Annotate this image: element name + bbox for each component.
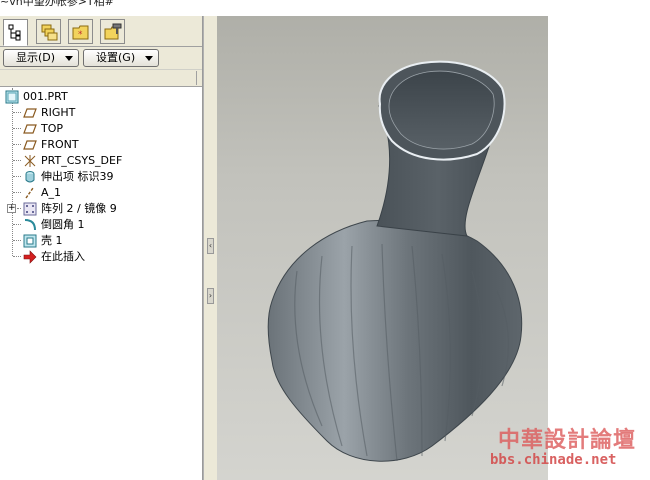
connections-icon — [104, 23, 122, 40]
tree-item-label: 伸出项 标识39 — [41, 170, 114, 183]
collapse-left-button[interactable]: ‹ — [207, 238, 214, 254]
tree-root-label: 001.PRT — [23, 90, 68, 103]
chevron-down-icon — [145, 56, 153, 61]
graphics-viewport[interactable] — [217, 16, 548, 480]
watermark-url: bbs.chinade.net — [490, 452, 617, 468]
tree-connector — [13, 256, 21, 257]
folder-browser-icon — [41, 24, 58, 41]
window-title: ~vn中望办帐参>T相# — [0, 0, 114, 8]
tree-connector — [13, 160, 21, 161]
show-dropdown[interactable]: 显示(D) — [3, 49, 79, 67]
tree-column-header[interactable] — [0, 69, 202, 87]
tree-connector — [17, 208, 21, 209]
tree-item-label: FRONT — [41, 138, 79, 151]
show-dropdown-label: 显示(D) — [16, 51, 56, 64]
chevron-down-icon — [65, 56, 73, 61]
part-icon — [5, 90, 19, 104]
tree-connector — [13, 240, 21, 241]
protrusion-icon — [25, 171, 35, 183]
navigator-tab-strip: * — [0, 16, 202, 47]
vase-model — [267, 60, 523, 462]
tab-connections[interactable] — [100, 19, 125, 44]
expand-right-button[interactable]: › — [207, 288, 214, 304]
tab-folder-browser[interactable] — [36, 19, 61, 44]
navigator-toolbar: 显示(D) 设置(G) — [0, 47, 202, 69]
tree-connector — [13, 224, 21, 225]
tab-favorites[interactable]: * — [68, 19, 93, 44]
tree-connector — [13, 128, 21, 129]
datum-plane-icon — [23, 124, 37, 134]
watermark-text: 中華設計論壇 — [498, 427, 637, 453]
datum-plane-icon — [23, 140, 37, 150]
watermark: 中華設計論壇 bbs.chinade.net — [490, 420, 642, 474]
tree-connector — [13, 112, 21, 113]
tree-item-label: 倒圆角 1 — [41, 218, 85, 231]
tree-item-label: 在此插入 — [41, 250, 85, 263]
tree-connector-line — [12, 88, 13, 256]
tree-connector — [13, 192, 21, 193]
tree-item-label: 壳 1 — [41, 234, 63, 247]
tree-item-label: RIGHT — [41, 106, 76, 119]
settings-dropdown-label: 设置(G) — [96, 51, 136, 64]
round-icon — [24, 219, 36, 231]
panel-splitter[interactable]: ‹ › — [203, 16, 218, 480]
navigator-panel: * 显示(D) 设置(G) — [0, 16, 203, 480]
tree-item-label: PRT_CSYS_DEF — [41, 154, 123, 167]
model-tree-icon — [8, 24, 21, 41]
tab-model-tree[interactable] — [3, 19, 28, 46]
coordinate-system-icon — [24, 155, 36, 167]
favorites-icon: * — [72, 25, 89, 40]
tree-item-label: A_1 — [41, 186, 62, 199]
datum-plane-icon — [23, 108, 37, 118]
column-resize-handle[interactable] — [196, 71, 197, 85]
expand-toggle[interactable]: + — [7, 204, 16, 213]
svg-text:*: * — [78, 30, 83, 40]
datum-axis-icon — [25, 187, 34, 199]
window-title-bar: ~vn中望办帐参>T相# — [0, 0, 548, 16]
insert-here-arrow-icon — [23, 250, 37, 264]
shell-icon — [23, 234, 37, 248]
pattern-icon — [23, 202, 37, 216]
tree-connector — [13, 144, 21, 145]
tree-connector — [13, 176, 21, 177]
tree-item-label: 阵列 2 / 镜像 9 — [41, 202, 117, 215]
desktop-background — [548, 0, 650, 480]
tree-item-label: TOP — [41, 122, 64, 135]
settings-dropdown[interactable]: 设置(G) — [83, 49, 159, 67]
